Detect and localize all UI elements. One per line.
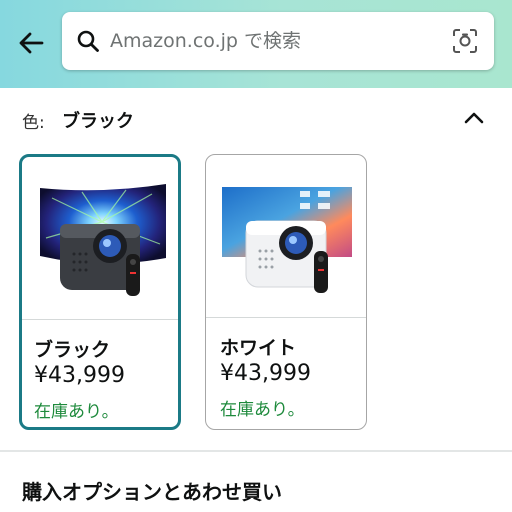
color-label: 色:: [22, 113, 45, 133]
variant-price: ¥43,999: [220, 361, 311, 386]
back-button[interactable]: [14, 26, 48, 60]
section-divider: [0, 450, 512, 452]
variant-name: ホワイト: [220, 337, 297, 359]
variant-card-white[interactable]: ホワイト ¥43,999 在庫あり。: [205, 154, 367, 430]
stock-status: 在庫あり。: [220, 400, 305, 420]
camera-search-icon[interactable]: [452, 28, 478, 54]
search-input[interactable]: [110, 26, 440, 56]
stock-status: 在庫あり。: [34, 402, 119, 422]
card-divider: [206, 317, 366, 318]
projector-black-image: [40, 184, 166, 296]
variant-card-black[interactable]: ブラック ¥43,999 在庫あり。: [19, 154, 181, 430]
projector-white-image: [222, 187, 352, 293]
color-selector-row: 色: ブラック: [0, 96, 512, 144]
arrow-left-icon: [19, 32, 44, 54]
search-bar[interactable]: [62, 12, 494, 70]
card-divider: [22, 319, 178, 320]
search-icon: [77, 30, 99, 52]
section-title: 購入オプションとあわせ買い: [22, 480, 282, 504]
selected-color-value: ブラック: [62, 111, 134, 132]
variant-name: ブラック: [34, 339, 111, 361]
variant-price: ¥43,999: [34, 363, 125, 388]
chevron-up-icon[interactable]: [460, 104, 488, 132]
app-header: [0, 0, 512, 88]
